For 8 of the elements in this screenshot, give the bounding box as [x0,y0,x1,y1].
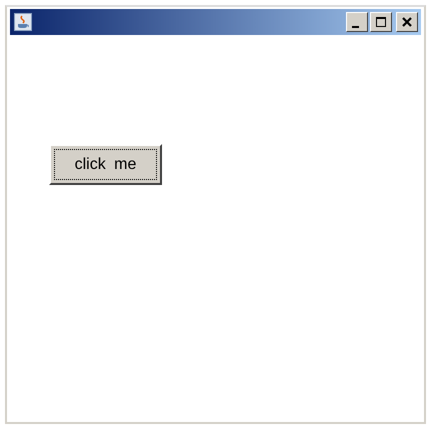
maximize-icon [375,16,387,28]
close-button[interactable] [396,12,418,32]
maximize-button[interactable] [370,12,392,32]
click-button[interactable]: click me [49,144,162,185]
minimize-button[interactable] [346,12,368,32]
cup-icon [14,13,32,31]
minimize-icon [352,26,359,28]
close-icon [401,16,413,28]
